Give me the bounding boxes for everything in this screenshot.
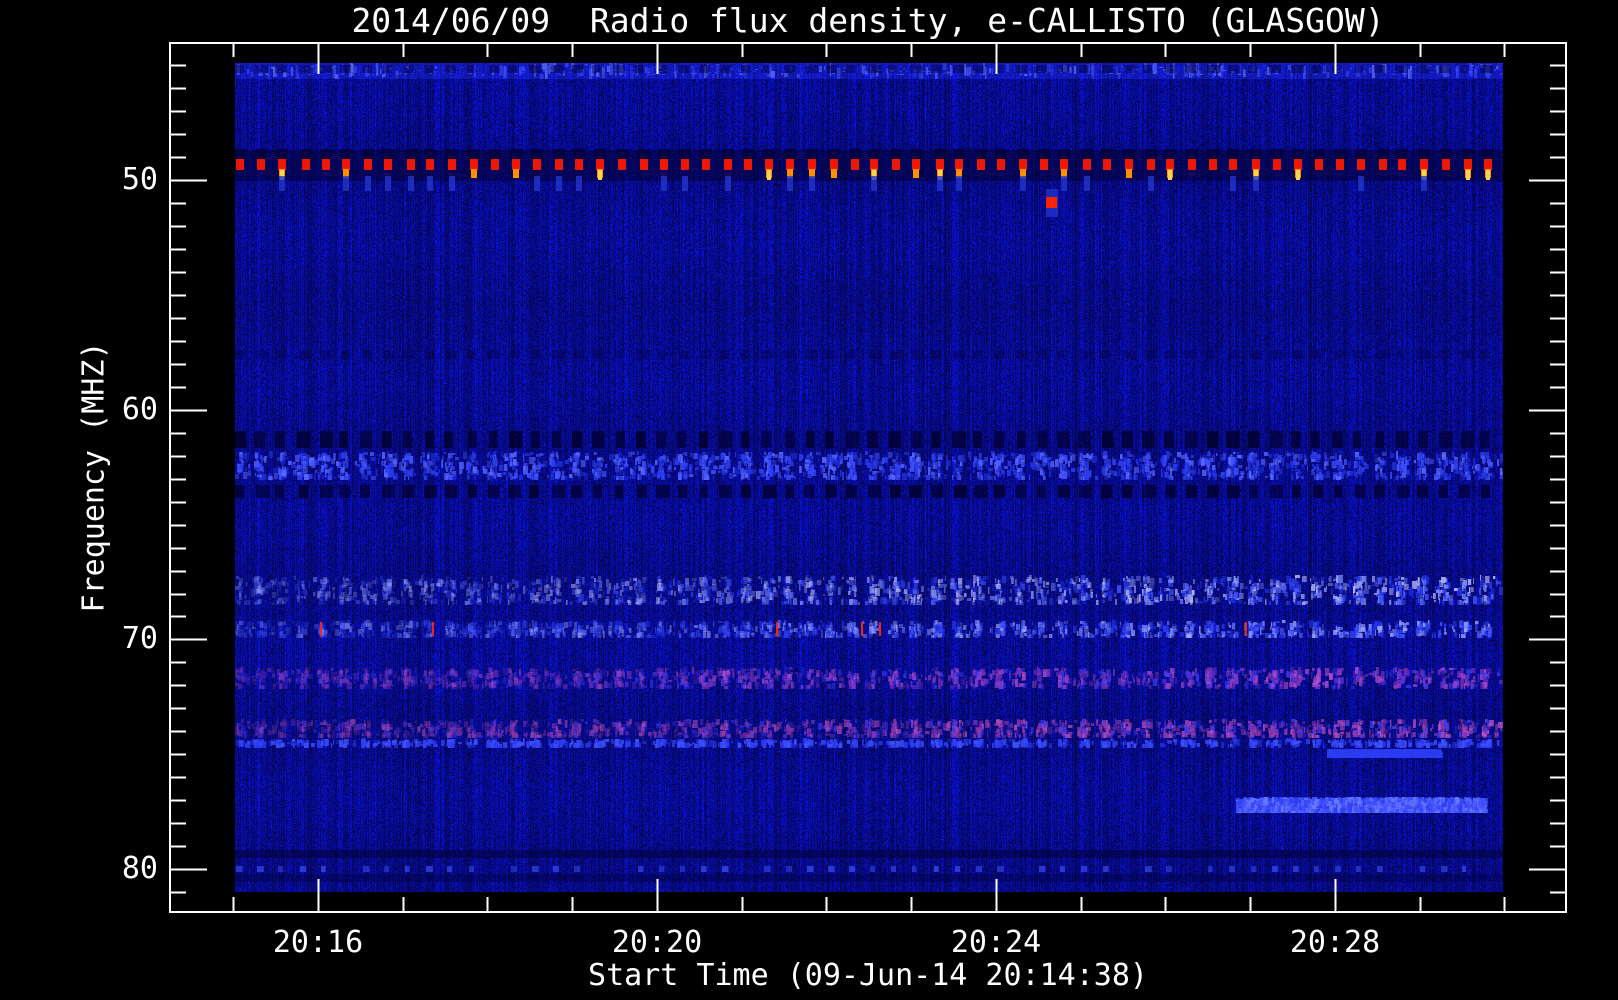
x-tick-label: 20:16 [272, 925, 364, 960]
x-tick-label: 20:20 [611, 925, 703, 960]
spectrogram-figure: 2014/06/09 Radio flux density, e-CALLIST… [0, 0, 1618, 1000]
y-tick-label: 70 [121, 621, 158, 656]
y-tick-label: 80 [121, 851, 158, 886]
x-tick-label: 20:24 [950, 925, 1042, 960]
axes-overlay [169, 42, 1567, 913]
y-tick-label: 50 [121, 162, 158, 197]
x-axis-label: Start Time (09-Jun-14 20:14:38) [588, 958, 1148, 993]
y-axis-label: Frequency (MHZ) [76, 341, 112, 613]
x-tick-label: 20:28 [1289, 925, 1381, 960]
